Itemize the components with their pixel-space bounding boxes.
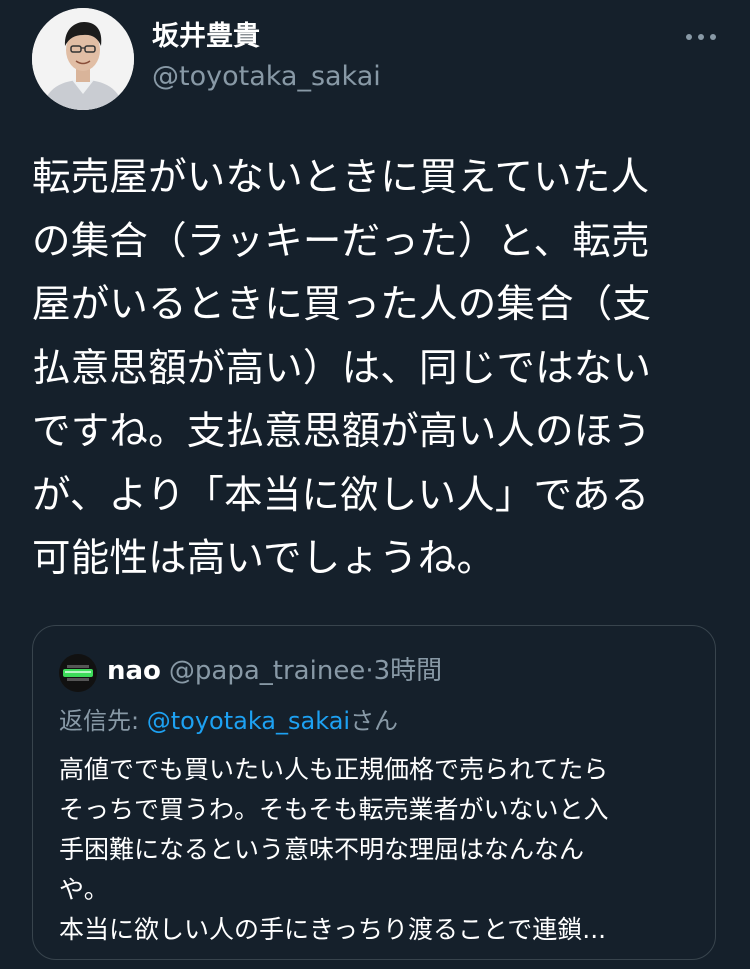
quoted-header: nao @papa_trainee·3時間	[107, 653, 442, 689]
tweet-text-line: 転売屋がいないときに買えていた人	[32, 155, 650, 200]
quoted-tweet[interactable]: nao @papa_trainee·3時間 返信先: @toyotaka_saka…	[32, 625, 716, 960]
tweet-text-line: ですね。支払意思額が高い人のほう	[32, 409, 652, 454]
tweet-text-line: 屋がいるときに買った人の集合（支	[32, 282, 652, 327]
tweet-text: 転売屋がいないときに買えていた人 の集合（ラッキーだった）と、転売 屋がいるとき…	[32, 146, 722, 591]
quoted-author-handle[interactable]: @papa_trainee	[169, 656, 365, 686]
tweet-text-line: 可能性は高いでしょうね。	[32, 536, 496, 581]
tweet-text-line: の集合（ラッキーだった）と、転売	[32, 218, 650, 264]
quoted-reply-context: 返信先: @toyotaka_sakaiさん	[59, 704, 398, 738]
more-options-button[interactable]	[678, 22, 724, 52]
quoted-text-line: 本当に欲しい人の手にきっちり渡ることで連鎖...	[59, 915, 607, 944]
tweet-detail: 坂井豊貴 @toyotaka_sakai 転売屋がいないときに買えていた人 の集…	[0, 0, 750, 969]
quoted-text-line: 高値ででも買いたい人も正規価格で売られてたら	[59, 755, 609, 784]
tweet-text-line: 払意思額が高い）は、同じではない	[32, 345, 652, 391]
author-name[interactable]: 坂井豊貴	[152, 20, 260, 54]
reply-mention-link[interactable]: @toyotaka_sakai	[147, 707, 350, 735]
more-horizontal-icon	[686, 34, 716, 40]
quoted-tweet-text: 高値ででも買いたい人も正規価格で売られてたら そっちで買うわ。そもそも転売業者が…	[59, 750, 699, 950]
quoted-text-line: や。	[59, 875, 109, 904]
tweet-text-line: が、より「本当に欲しい人」である	[32, 472, 650, 518]
quoted-text-line: そっちで買うわ。そもそも転売業者がいないと入	[59, 795, 609, 824]
quoted-text-line: 手困難になるという意味不明な理屈はなんなん	[59, 835, 585, 864]
quoted-author-name[interactable]: nao	[107, 656, 161, 686]
author-avatar[interactable]	[32, 8, 134, 110]
author-handle[interactable]: @toyotaka_sakai	[152, 60, 381, 94]
quoted-timestamp[interactable]: 3時間	[374, 656, 443, 686]
quoted-separator: ·	[365, 656, 374, 686]
quoted-author-avatar[interactable]	[59, 654, 97, 692]
reply-suffix: さん	[350, 707, 399, 735]
reply-prefix: 返信先:	[59, 707, 147, 735]
